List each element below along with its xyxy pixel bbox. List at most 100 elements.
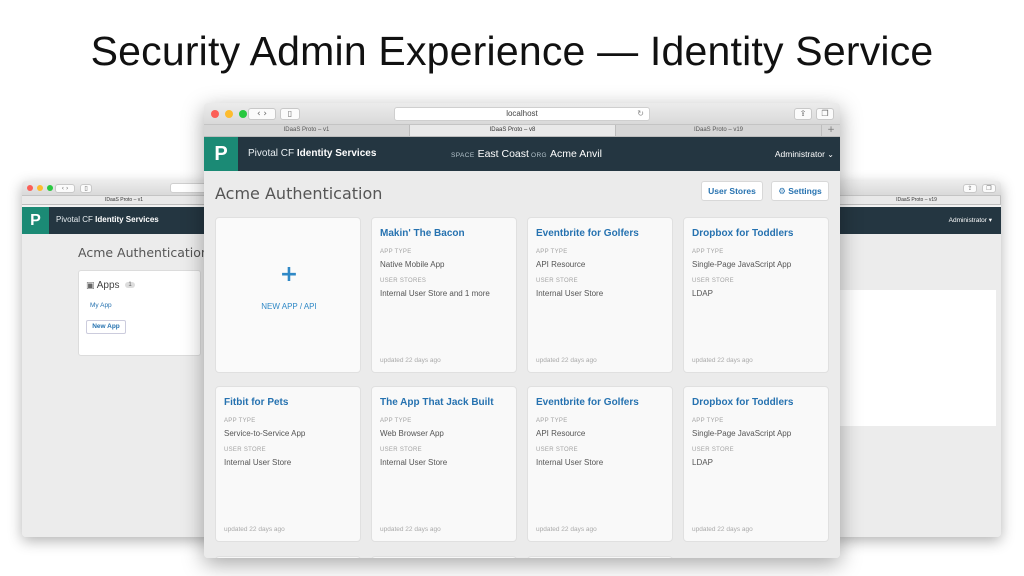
org-selector[interactable]: ORG Acme Anvil <box>531 148 602 160</box>
space-value: East Coast <box>477 148 529 160</box>
app-type-label: APP TYPE <box>536 418 568 424</box>
user-store-label: USER STORE <box>224 447 266 453</box>
minimize-window-button[interactable] <box>225 110 233 118</box>
user-store-value: LDAP <box>692 458 713 467</box>
back-forward-icon[interactable]: ‹ › <box>248 108 276 120</box>
user-store-label: USER STORE <box>380 447 422 453</box>
tab-v1[interactable]: IDaaS Proto – v1 <box>204 125 410 136</box>
app-card[interactable]: The App That Jack Built APP TYPE Web Bro… <box>371 386 517 542</box>
window-controls <box>27 185 53 191</box>
page-title: Acme Authentication <box>215 184 383 203</box>
window-controls <box>211 110 247 118</box>
app-name-link[interactable]: Dropbox for Toddlers <box>692 397 793 408</box>
new-app-card[interactable]: + NEW APP / API <box>215 217 361 373</box>
pivotal-logo[interactable]: P <box>204 137 238 171</box>
app-card[interactable]: Dropbox for Toddlers APP TYPE Single-Pag… <box>683 217 829 373</box>
user-menu[interactable]: Administrator ⌄ <box>775 149 834 159</box>
reload-icon[interactable]: ↻ <box>637 108 644 120</box>
app-type-value: Single-Page JavaScript App <box>692 260 792 269</box>
share-icon[interactable]: ⇪ <box>963 184 977 193</box>
updated-timestamp: updated 22 days ago <box>692 526 753 533</box>
user-stores-button[interactable]: User Stores <box>701 181 763 201</box>
app-card-partial[interactable] <box>371 556 517 558</box>
brand-name: Pivotal CF Identity Services <box>56 215 159 224</box>
app-header: P Pivotal CF Identity Services SPACE East… <box>204 137 840 171</box>
back-forward-icon[interactable]: ‹ › <box>55 184 75 193</box>
share-icon[interactable]: ⇪ <box>794 108 812 120</box>
plus-icon: + <box>279 262 299 287</box>
app-name-link[interactable]: Eventbrite for Golfers <box>536 397 639 408</box>
tab-v19[interactable]: IDaaS Proto – v19 <box>616 125 822 136</box>
app-name-link[interactable]: Fitbit for Pets <box>224 397 288 408</box>
app-name-link[interactable]: The App That Jack Built <box>380 397 494 408</box>
zoom-window-button[interactable] <box>239 110 247 118</box>
minimize-window-button[interactable] <box>37 185 43 191</box>
user-menu-label: Administrator <box>948 217 987 224</box>
apps-panel: ▣ Apps 1 My App New App <box>78 270 201 356</box>
slide-title: Security Admin Experience — Identity Ser… <box>90 28 934 74</box>
chevron-down-icon: ⌄ <box>827 150 834 159</box>
user-store-value: Internal User Store <box>380 458 448 467</box>
brand-name: Pivotal CF Identity Services <box>248 148 376 159</box>
app-type-label: APP TYPE <box>380 418 412 424</box>
user-store-label: USER STORE <box>536 278 578 284</box>
app-type-value: API Resource <box>536 429 586 438</box>
new-app-button[interactable]: New App <box>86 320 126 334</box>
app-card[interactable]: Eventbrite for Golfers APP TYPE API Reso… <box>527 386 673 542</box>
app-card[interactable]: Dropbox for Toddlers APP TYPE Single-Pag… <box>683 386 829 542</box>
tabs-overview-icon[interactable]: ❐ <box>982 184 996 193</box>
sidebar-icon[interactable]: ▯ <box>280 108 300 120</box>
app-card[interactable]: Fitbit for Pets APP TYPE Service-to-Serv… <box>215 386 361 542</box>
close-window-button[interactable] <box>27 185 33 191</box>
user-store-label: USER STORE <box>692 447 734 453</box>
new-tab-icon[interactable]: + <box>822 125 840 136</box>
browser-window-v8: ‹ › ▯ localhost ↻ ⇪ ❐ IDaaS Proto – v1 I… <box>204 103 840 558</box>
zoom-window-button[interactable] <box>47 185 53 191</box>
title-bar: ‹ › ▯ localhost ↻ ⇪ ❐ <box>204 103 840 125</box>
box-icon: ▣ <box>86 281 95 291</box>
app-type-label: APP TYPE <box>224 418 256 424</box>
space-label: SPACE <box>451 152 475 159</box>
tab-v19[interactable]: IDaaS Proto – v19 <box>833 196 1001 204</box>
app-card[interactable]: Makin' The Bacon APP TYPE Native Mobile … <box>371 217 517 373</box>
pivotal-logo[interactable]: P <box>22 207 49 234</box>
app-card-partial[interactable] <box>215 556 361 558</box>
apps-title-label: Apps <box>96 280 120 291</box>
user-store-label: USER STORE <box>536 447 578 453</box>
tab-v1[interactable]: IDaaS Proto – v1 <box>22 196 227 204</box>
updated-timestamp: updated 22 days ago <box>692 357 753 364</box>
app-type-label: APP TYPE <box>692 249 724 255</box>
app-type-value: Native Mobile App <box>380 260 445 269</box>
settings-button-label: Settings <box>788 186 822 196</box>
app-link-my-app[interactable]: My App <box>90 302 112 309</box>
app-name-link[interactable]: Eventbrite for Golfers <box>536 228 639 239</box>
settings-button[interactable]: ⚙ Settings <box>771 181 829 201</box>
app-type-value: Single-Page JavaScript App <box>692 429 792 438</box>
address-bar[interactable]: localhost ↻ <box>394 107 650 121</box>
sidebar-icon[interactable]: ▯ <box>80 184 92 193</box>
brand-product: Identity Services <box>296 148 377 159</box>
title-bar: ‹ › ▯ <box>22 181 227 196</box>
space-selector[interactable]: SPACE East Coast <box>451 148 529 160</box>
updated-timestamp: updated 22 days ago <box>224 526 285 533</box>
apps-heading: ▣ Apps 1 <box>86 280 135 291</box>
updated-timestamp: updated 22 days ago <box>536 526 597 533</box>
user-menu[interactable]: Administrator ▾ <box>949 216 992 224</box>
close-window-button[interactable] <box>211 110 219 118</box>
app-type-label: APP TYPE <box>536 249 568 255</box>
new-app-label: NEW APP / API <box>261 302 317 311</box>
brand-product: Identity Services <box>95 215 159 224</box>
user-store-value: Internal User Store and 1 more <box>380 289 490 298</box>
user-store-value: Internal User Store <box>536 458 604 467</box>
tab-strip: IDaaS Proto – v1 <box>22 196 227 205</box>
browser-window-v19: ⇪ ❐ IDaaS Proto – v19 Administrator ▾ <box>833 181 1001 537</box>
app-card[interactable]: Eventbrite for Golfers APP TYPE API Reso… <box>527 217 673 373</box>
tab-strip: IDaaS Proto – v19 <box>833 196 1001 205</box>
app-card-partial[interactable] <box>527 556 673 558</box>
page-content: Acme Authentication User Stores ⚙ Settin… <box>204 171 840 558</box>
updated-timestamp: updated 22 days ago <box>380 357 441 364</box>
app-name-link[interactable]: Makin' The Bacon <box>380 228 465 239</box>
tab-v8[interactable]: IDaaS Proto – v8 <box>410 125 616 136</box>
app-name-link[interactable]: Dropbox for Toddlers <box>692 228 793 239</box>
tabs-overview-icon[interactable]: ❐ <box>816 108 834 120</box>
